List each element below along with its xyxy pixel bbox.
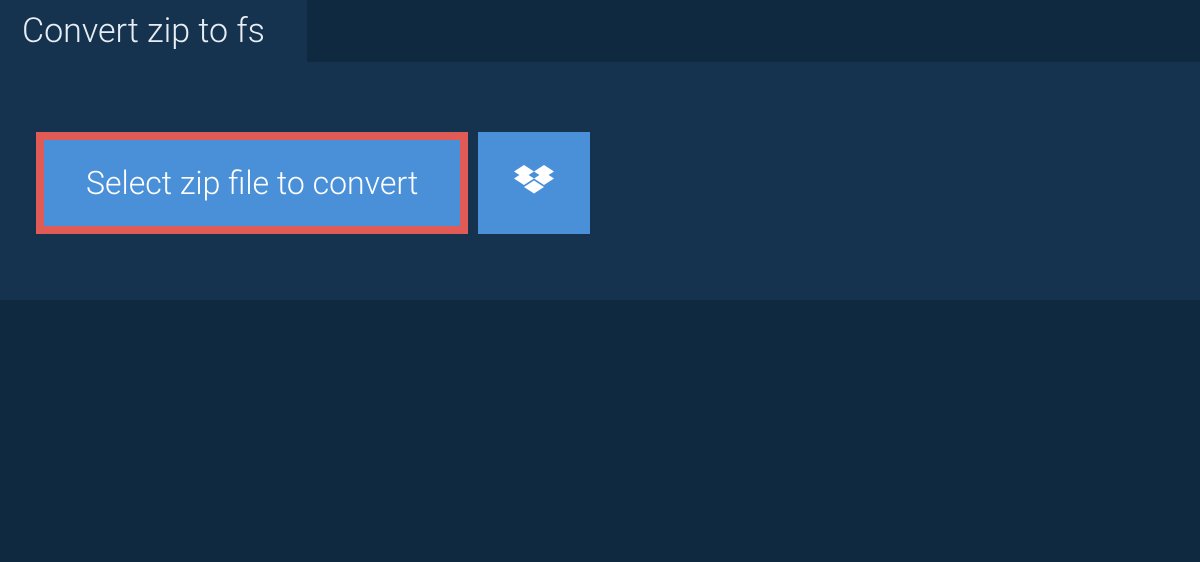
dropbox-button[interactable] [478, 132, 590, 234]
button-row: Select zip file to convert [0, 62, 1200, 234]
dropbox-icon [514, 165, 554, 201]
converter-panel: Convert zip to fs Select zip file to con… [0, 62, 1200, 300]
tab-title: Convert zip to fs [22, 11, 265, 51]
active-tab[interactable]: Convert zip to fs [0, 0, 307, 62]
select-file-label: Select zip file to convert [86, 164, 418, 202]
select-file-button[interactable]: Select zip file to convert [36, 132, 468, 234]
